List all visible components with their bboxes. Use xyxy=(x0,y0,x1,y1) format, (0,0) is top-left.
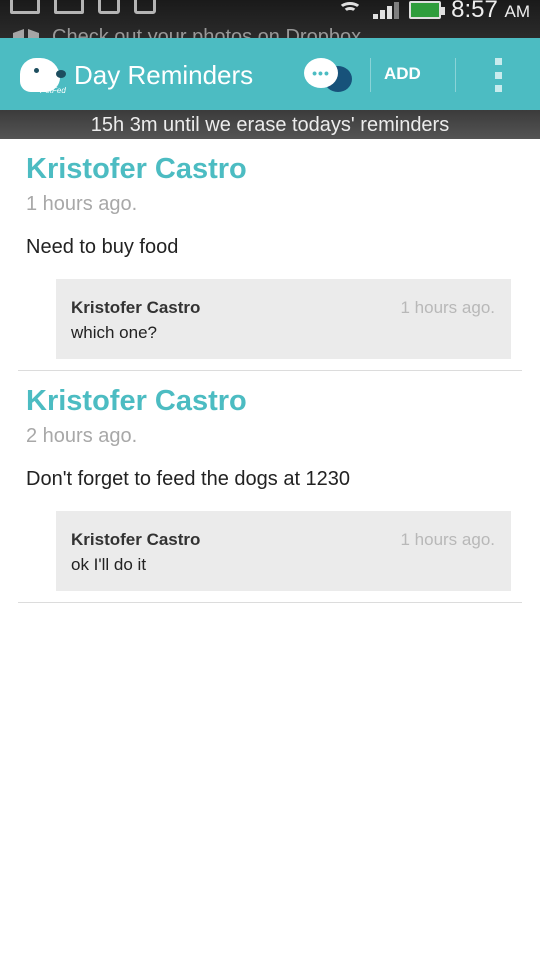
notification-ticker: Check out your photos on Dropbox xyxy=(12,26,361,38)
system-indicators: 8:57 AM xyxy=(337,0,530,24)
status-clock: 8:57 AM xyxy=(451,0,530,24)
overflow-menu-icon[interactable] xyxy=(490,58,506,92)
reminder-comment[interactable]: Kristofer Castro 1 hours ago. which one? xyxy=(56,279,511,359)
reminder-card[interactable]: Kristofer Castro 1 hours ago. Need to bu… xyxy=(18,139,522,371)
action-divider xyxy=(455,58,456,92)
usb-icon xyxy=(98,0,120,14)
comment-time: 1 hours ago. xyxy=(400,298,495,317)
signal-icon xyxy=(373,1,400,19)
logo-text: PetFed xyxy=(40,86,66,95)
comment-text: which one? xyxy=(71,323,158,342)
battery-charging-icon xyxy=(409,1,446,19)
action-bar: PetFed Day Reminders ••• ADD xyxy=(0,38,540,110)
reminder-list: Kristofer Castro 1 hours ago. Need to bu… xyxy=(0,139,540,603)
wifi-icon xyxy=(337,0,363,20)
reminder-author: Kristofer Castro xyxy=(26,385,247,417)
clock-ampm: AM xyxy=(504,2,531,21)
notification-ticker-text: Check out your photos on Dropbox xyxy=(52,26,362,38)
debug-icon xyxy=(134,0,156,14)
reminder-text: Need to buy food xyxy=(26,236,179,258)
app-title: Day Reminders xyxy=(74,60,254,90)
status-bar: Check out your photos on Dropbox 8:57 AM xyxy=(0,0,540,38)
action-divider xyxy=(370,58,371,92)
chat-button[interactable]: ••• xyxy=(302,56,354,96)
add-button[interactable]: ADD xyxy=(384,64,421,84)
reminder-time: 2 hours ago. xyxy=(26,425,138,447)
comment-author: Kristofer Castro xyxy=(71,298,201,317)
reminder-comment[interactable]: Kristofer Castro 1 hours ago. ok I'll do… xyxy=(56,511,511,591)
reminder-card[interactable]: Kristofer Castro 2 hours ago. Don't forg… xyxy=(18,371,522,603)
reminder-author: Kristofer Castro xyxy=(26,153,247,185)
erase-countdown-banner: 15h 3m until we erase todays' reminders xyxy=(0,110,540,139)
comment-author: Kristofer Castro xyxy=(71,530,201,549)
clock-time: 8:57 xyxy=(451,0,498,23)
comment-text: ok I'll do it xyxy=(71,555,147,574)
reminder-time: 1 hours ago. xyxy=(26,193,138,215)
chat-bubble-icon: ••• xyxy=(304,58,338,88)
gallery-icon xyxy=(10,0,40,14)
gmail-icon xyxy=(54,0,84,14)
reminder-text: Don't forget to feed the dogs at 1230 xyxy=(26,468,351,490)
comment-time: 1 hours ago. xyxy=(400,530,495,549)
app-logo[interactable]: PetFed xyxy=(18,56,66,98)
dropbox-icon xyxy=(12,31,40,39)
notification-icons xyxy=(10,0,156,14)
